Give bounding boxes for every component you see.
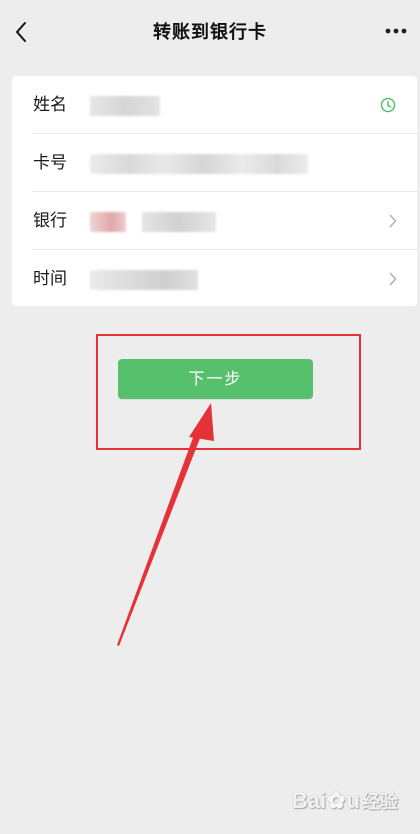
time-row[interactable]: 时间 <box>12 250 417 308</box>
chevron-right-icon <box>389 272 397 286</box>
clock-icon[interactable] <box>379 96 397 114</box>
card-number-value-redacted <box>90 154 308 174</box>
baidu-watermark: Bai✿u 经验 <box>292 788 398 814</box>
next-step-button[interactable]: 下一步 <box>118 359 313 399</box>
name-label: 姓名 <box>33 95 67 115</box>
name-value-redacted <box>90 96 160 116</box>
bank-logo-redacted <box>90 212 126 232</box>
bank-chevron[interactable] <box>387 212 399 230</box>
time-label: 时间 <box>33 269 67 289</box>
name-row[interactable]: 姓名 <box>12 76 417 134</box>
card-number-label: 卡号 <box>33 153 67 173</box>
time-chevron[interactable] <box>387 270 399 288</box>
nav-bar: 转账到银行卡 <box>0 0 420 64</box>
more-dots-icon <box>385 28 407 34</box>
chevron-right-icon <box>389 214 397 228</box>
time-value-redacted <box>90 270 198 290</box>
watermark-brand-tail: u <box>346 788 360 813</box>
arrow-head <box>189 403 214 441</box>
watermark-sub: 经验 <box>362 792 398 812</box>
transfer-form-card: 姓名 卡号 银行 时间 <box>12 76 417 306</box>
more-button[interactable] <box>378 16 414 46</box>
arrow-shaft <box>117 424 204 646</box>
bank-name-redacted <box>142 212 216 232</box>
bank-row[interactable]: 银行 <box>12 192 417 250</box>
card-number-row[interactable]: 卡号 <box>12 134 417 192</box>
paw-icon: ✿ <box>327 788 346 813</box>
bank-label: 银行 <box>33 211 67 231</box>
page-title: 转账到银行卡 <box>153 22 267 43</box>
watermark-brand: Bai <box>291 788 327 813</box>
